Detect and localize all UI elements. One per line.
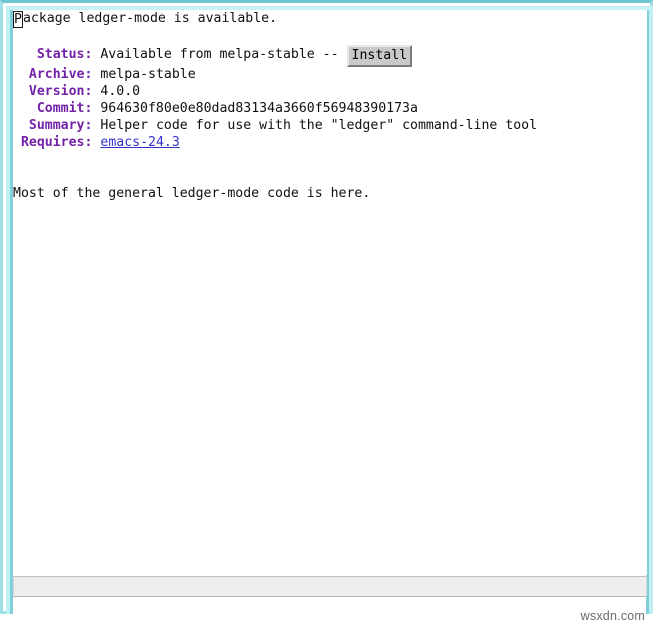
field-commit: Commit: 964630f80e0e80dad83134a3660f5694… — [13, 100, 647, 117]
field-requires: Requires: emacs-24.3 — [13, 134, 647, 151]
field-summary-value: Helper code for use with the "ledger" co… — [100, 118, 538, 133]
package-link-emacs[interactable]: emacs-24.3 — [100, 135, 179, 150]
field-archive-value: melpa-stable — [100, 67, 196, 82]
field-archive: Archive: melpa-stable — [13, 66, 647, 83]
field-requires-label: Requires: — [20, 135, 93, 150]
field-commit-label: Commit: — [36, 101, 93, 116]
field-status: Status: Available from melpa-stable -- I… — [13, 44, 647, 67]
field-requires-indent — [13, 135, 21, 150]
modeline[interactable]: U:%%- *Help* All L1 <M> (Help enabled Un… — [13, 576, 647, 597]
field-commit-indent — [13, 101, 37, 116]
package-description: Most of the general ledger-mode code is … — [13, 186, 371, 201]
spacer-line-1 — [13, 27, 647, 44]
field-version-label: Version: — [28, 84, 93, 99]
field-version: Version: 4.0.0 — [13, 83, 647, 100]
field-summary-label: Summary: — [28, 118, 93, 133]
field-version-value: 4.0.0 — [100, 84, 141, 99]
field-status-value: Available from melpa-stable -- — [100, 47, 339, 62]
spacer-line-3 — [13, 168, 647, 185]
field-status-gap2 — [339, 47, 347, 62]
field-status-label: Status: — [36, 47, 93, 62]
field-version-indent — [13, 84, 29, 99]
install-button[interactable]: Install — [346, 45, 413, 67]
emacs-frame: Package ledger-mode is available. Status… — [0, 0, 653, 614]
field-summary-indent — [13, 118, 29, 133]
help-buffer[interactable]: Package ledger-mode is available. Status… — [13, 10, 647, 575]
point-cursor: P — [13, 11, 23, 28]
field-commit-value: 964630f80e0e80dad83134a3660f56948390173a — [100, 101, 418, 116]
watermark: wsxdn.com — [580, 609, 645, 623]
field-summary: Summary: Helper code for use with the "l… — [13, 117, 647, 134]
field-archive-label: Archive: — [28, 67, 93, 82]
headline-text: ackage ledger-mode is available. — [22, 11, 278, 26]
field-archive-indent — [13, 67, 29, 82]
field-status-indent — [13, 47, 37, 62]
spacer-line-2 — [13, 151, 647, 168]
headline: Package ledger-mode is available. — [13, 10, 647, 28]
